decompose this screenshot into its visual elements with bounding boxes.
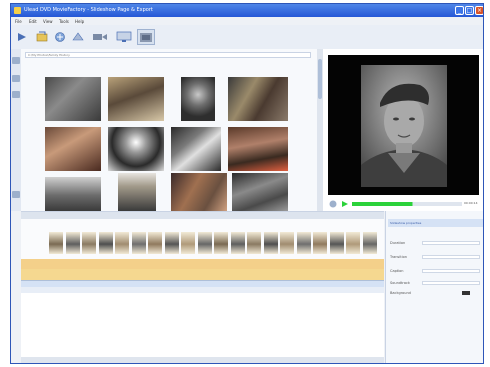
menu-file[interactable]: File: [15, 19, 22, 24]
folder-path[interactable]: C:\My Photos\Family History: [25, 52, 311, 58]
stop-icon[interactable]: [329, 200, 337, 208]
settings-icon[interactable]: [71, 30, 85, 44]
window-title: Ulead DVD MovieFactory - Slideshow Page …: [24, 7, 153, 13]
storyboard-frame[interactable]: [280, 232, 294, 254]
prop-caption-field[interactable]: [422, 269, 480, 273]
add-media-icon[interactable]: [53, 30, 67, 44]
prop-transition-field[interactable]: [422, 255, 480, 259]
timecode: 00:00:14: [464, 201, 478, 205]
storyboard-frame[interactable]: [164, 232, 179, 254]
storyboard-frame[interactable]: [230, 232, 245, 254]
photo-thumbnail[interactable]: [171, 127, 221, 171]
horizontal-scrollbar[interactable]: [21, 357, 384, 363]
minimize-button[interactable]: _: [455, 6, 464, 15]
storyboard-frame[interactable]: [362, 232, 377, 254]
photo-thumbnail[interactable]: [228, 77, 288, 121]
properties-pane: Slideshow properties Duration Transition…: [385, 211, 483, 363]
preview-screen: [328, 55, 479, 195]
playback-controls: 00:00:14: [328, 199, 479, 209]
storyboard-frame[interactable]: [115, 232, 129, 254]
monitor-icon[interactable]: [115, 30, 133, 44]
storyboard-frame[interactable]: [148, 232, 162, 254]
photo-thumbnail[interactable]: [108, 77, 164, 121]
photo-thumbnail[interactable]: [228, 127, 288, 171]
photo-thumbnail[interactable]: [108, 127, 164, 171]
prop-background-label: Background: [390, 291, 411, 295]
scrollbar-thumb[interactable]: [318, 59, 322, 99]
record-icon[interactable]: [91, 30, 109, 44]
slideshow-mode-button[interactable]: [137, 29, 155, 45]
import-icon[interactable]: [12, 57, 20, 64]
prop-caption-label: Caption: [390, 269, 404, 273]
storyboard-frame[interactable]: [329, 232, 344, 254]
prop-duration-label: Duration: [390, 241, 406, 245]
maximize-button[interactable]: □: [465, 6, 474, 15]
storyboard-frame[interactable]: [82, 232, 96, 254]
photo-thumbnail[interactable]: [181, 77, 215, 121]
menu-edit[interactable]: Edit: [29, 19, 37, 24]
audio-track-1[interactable]: [21, 259, 384, 269]
title-bar: Ulead DVD MovieFactory - Slideshow Page …: [11, 4, 483, 17]
storyboard-frame[interactable]: [214, 232, 228, 254]
storyboard-frame[interactable]: [65, 232, 80, 254]
toolbar: [11, 25, 483, 50]
storyboard-frame[interactable]: [346, 232, 360, 254]
zoom-icon[interactable]: [12, 191, 20, 198]
storyboard-frame[interactable]: [296, 232, 311, 254]
folder-icon[interactable]: [12, 75, 20, 82]
photo-thumbnail[interactable]: [118, 173, 156, 211]
prop-soundtrack-label: Soundtrack: [390, 281, 410, 285]
timeline-lower: [21, 287, 384, 357]
portrait-photo: [361, 65, 447, 187]
prop-soundtrack-field[interactable]: [422, 281, 480, 285]
storyboard: [21, 219, 384, 259]
timeline-header: [21, 287, 384, 293]
storyboard-frame[interactable]: [313, 232, 327, 254]
storyboard-frame[interactable]: [263, 232, 278, 254]
play-icon[interactable]: [342, 201, 348, 207]
storyboard-frame[interactable]: [247, 232, 261, 254]
media-browser: C:\My Photos\Family History: [21, 49, 318, 211]
storyboard-frame[interactable]: [181, 232, 195, 254]
capture-icon[interactable]: [15, 30, 29, 44]
color-swatch[interactable]: [462, 291, 470, 295]
photo-thumbnail[interactable]: [45, 77, 101, 121]
storyboard-frame[interactable]: [49, 232, 63, 254]
storyboard-frame[interactable]: [98, 232, 113, 254]
prop-duration-field[interactable]: [422, 241, 480, 245]
menu-tools[interactable]: Tools: [59, 19, 69, 24]
application-window: Ulead DVD MovieFactory - Slideshow Page …: [10, 3, 484, 364]
audio-track-2[interactable]: [21, 269, 384, 280]
grid-icon[interactable]: [12, 91, 20, 98]
menu-view[interactable]: View: [43, 19, 53, 24]
photo-thumbnail[interactable]: [171, 173, 227, 211]
app-icon: [14, 7, 21, 14]
menu-help[interactable]: Help: [75, 19, 84, 24]
prop-transition-label: Transition: [390, 255, 407, 259]
storyboard-frame[interactable]: [197, 232, 212, 254]
properties-header: Slideshow properties: [388, 219, 483, 227]
close-button[interactable]: ×: [475, 6, 483, 15]
storyboard-frame[interactable]: [131, 232, 146, 254]
progress-fill: [352, 202, 413, 206]
photo-thumbnail[interactable]: [45, 177, 101, 211]
open-icon[interactable]: [35, 30, 49, 44]
photo-thumbnail[interactable]: [45, 127, 101, 171]
photo-thumbnail[interactable]: [232, 173, 288, 211]
preview-panel: 00:00:14: [323, 49, 483, 211]
